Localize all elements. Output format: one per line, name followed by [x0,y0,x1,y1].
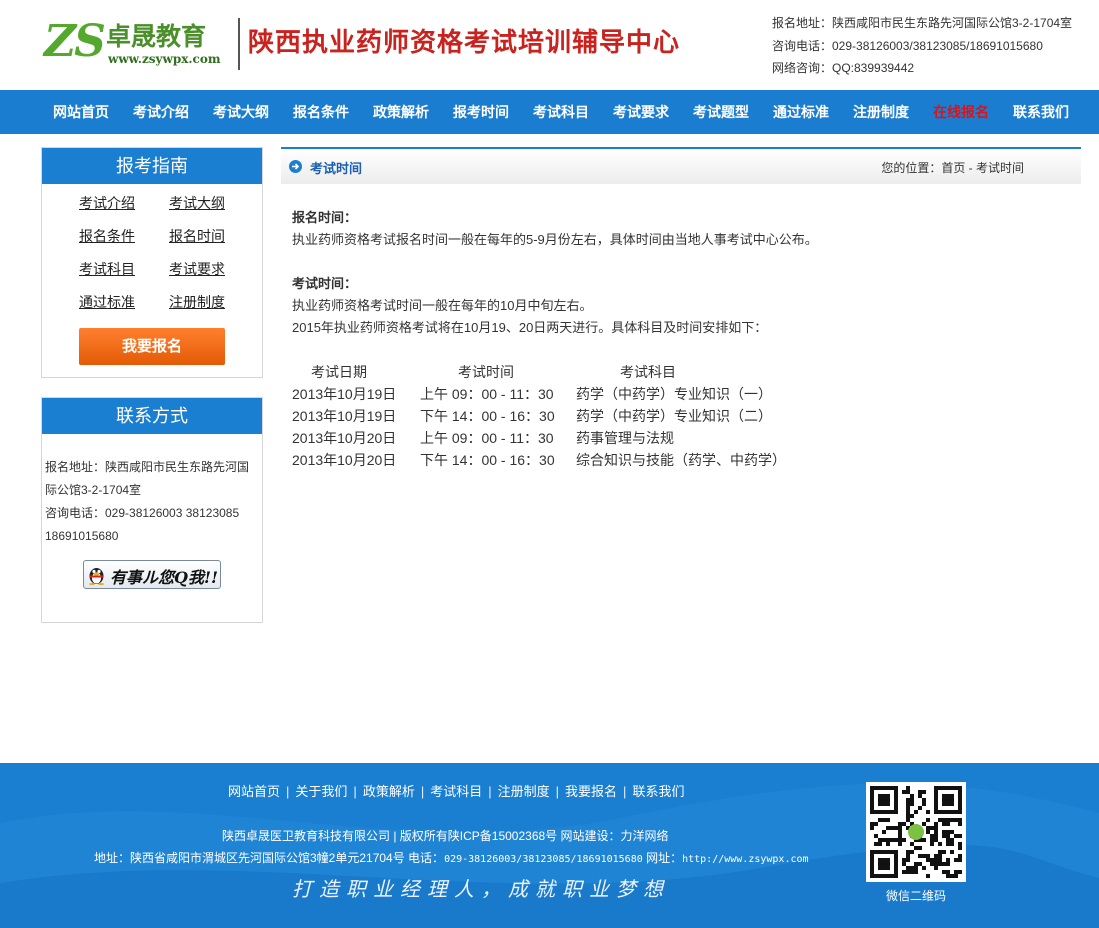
footer-address-text: 地址：陕西省咸阳市渭城区先河国际公馆3幢2单元21704号 电话： [94,851,445,865]
schedule-time: 下午 14：00 - 16：30 [420,408,555,424]
logo-url: www.zsywpx.com [108,52,221,66]
exam-time-text-1: 执业药师资格考试时间一般在每年的10月中旬左右。 [292,298,593,313]
contact-phone: 咨询电话：029-38126003 38123085 18691015680 [45,506,240,543]
schedule-header-date: 考试日期 [311,364,367,380]
schedule-date: 2013年10月20日 [292,452,397,468]
nav-item[interactable]: 在线报名 [921,90,1001,134]
guide-link-subjects[interactable]: 考试科目 [79,259,135,279]
nav-item[interactable]: 联系我们 [1001,90,1081,134]
section-header: 考试时间 您的位置：首页 - 考试时间 [281,147,1081,184]
footer-link[interactable]: 考试科目 [430,784,482,799]
exam-time-label: 考试时间： [292,276,358,291]
nav-item[interactable]: 政策解析 [361,90,441,134]
nav-item[interactable]: 通过标准 [761,90,841,134]
footer-link[interactable]: 网站首页 [228,784,280,799]
contact-address: 报名地址：陕西咸阳市民生东路先河国际公馆3-2-1704室 [45,460,250,497]
contact-panel: 联系方式 报名地址：陕西咸阳市民生东路先河国际公馆3-2-1704室 咨询电话：… [41,397,263,623]
nav-item[interactable]: 网站首页 [41,90,121,134]
schedule-subject: 药事管理与法规 [576,430,674,446]
guide-link-signup-time[interactable]: 报名时间 [169,226,225,246]
article-content: 报名时间： 执业药师资格考试报名时间一般在每年的5-9月份左右，具体时间由当地人… [292,207,1072,339]
logo-divider [238,18,240,70]
header-contact-info: 报名地址：陕西咸阳市民生东路先河国际公馆3-2-1704室 咨询电话：029-3… [772,12,1072,80]
schedule-time: 上午 09：00 - 11：30 [420,430,554,446]
qq-chat-button[interactable]: 有事ル您Q我!! [83,560,221,589]
header-qq: 网络咨询：QQ:839939442 [772,61,915,75]
qr-caption: 微信二维码 [886,889,947,903]
guide-link-conditions[interactable]: 报名条件 [79,226,135,246]
section-title: 考试时间 [310,161,363,176]
guide-link-pass-standard[interactable]: 通过标准 [79,292,135,312]
signup-time-label: 报名时间： [292,210,358,225]
header-phone: 咨询电话：029-38126003/38123085/18691015680 [772,38,1043,53]
schedule-time: 上午 09：00 - 11：30 [420,386,554,402]
site-title: 陕西执业药师资格考试培训辅导中心 [248,28,681,58]
guide-link-requirements[interactable]: 考试要求 [169,259,225,279]
page: ZS 卓晟教育 www.zsywpx.com 陕西执业药师资格考试培训辅导中心 … [0,0,1099,928]
footer-links: 网站首页 | 关于我们 | 政策解析 | 考试科目 | 注册制度 | 我要报名 | 联系我们 [228,781,684,800]
schedule-subject: 药学（中药学）专业知识（一） [576,386,772,402]
guide-link-intro[interactable]: 考试介绍 [79,193,135,213]
schedule-date: 2013年10月19日 [292,386,397,402]
schedule-header-time: 考试时间 [458,364,514,380]
guide-title: 报考指南 [42,148,262,184]
nav-item[interactable]: 考试要求 [601,90,681,134]
contact-text: 报名地址：陕西咸阳市民生东路先河国际公馆3-2-1704室 咨询电话：029-3… [45,456,257,548]
footer-link-separator: | [555,784,560,799]
exam-time-text-2: 2015年执业药师资格考试将在10月19、20日两天进行。具体科目及时间安排如下… [292,320,768,335]
footer-link[interactable]: 注册制度 [498,784,550,799]
arrow-right-icon [289,160,302,173]
footer-link[interactable]: 我要报名 [565,784,617,799]
logo-mark: ZS [44,16,106,67]
schedule-subject: 综合知识与技能（药学、中药学） [576,452,786,468]
qq-button-label: 有事ル您Q我!! [110,568,218,587]
schedule-date: 2013年10月20日 [292,430,397,446]
nav-item[interactable]: 考试题型 [681,90,761,134]
footer-link-separator: | [286,784,290,799]
footer-slogan: 打造职业经理人，成就职业梦想 [292,877,670,901]
footer-link-separator: | [353,784,357,799]
footer-link-separator: | [488,784,492,799]
nav-item[interactable]: 考试科目 [521,90,601,134]
footer-company: 陕西卓晟医卫教育科技有限公司 | 版权所有陕ICP备15002368号 网站建设… [222,829,669,843]
schedule-subject: 药学（中药学）专业知识（二） [576,408,772,424]
footer-link[interactable]: 联系我们 [632,784,684,799]
contact-title: 联系方式 [42,398,262,434]
guide-link-registration[interactable]: 注册制度 [169,292,225,312]
guide-panel: 报考指南 考试介绍 考试大纲 报名条件 报名时间 考试科目 考试要求 通过标准 … [41,147,263,378]
schedule-header-subject: 考试科目 [620,364,676,380]
site-header: ZS 卓晟教育 www.zsywpx.com 陕西执业药师资格考试培训辅导中心 … [0,0,1099,90]
qr-code-icon [870,786,962,878]
nav-item[interactable]: 报考时间 [441,90,521,134]
footer-phones: 029-38126003/38123085/18691015680 [444,854,643,865]
signup-time-text: 执业药师资格考试报名时间一般在每年的5-9月份左右，具体时间由当地人事考试中心公… [292,232,818,247]
wechat-qr-code [866,782,966,882]
schedule-date: 2013年10月19日 [292,408,397,424]
schedule-time: 下午 14：00 - 16：30 [420,452,555,468]
nav-list: 网站首页 考试介绍 考试大纲 报名条件 政策解析 报考时间 考试科目 考试要求 考试题型 通过标准… [41,90,1081,134]
footer-link[interactable]: 政策解析 [363,784,415,799]
logo-name: 卓晟教育 [106,22,207,51]
footer-site-label: 网址： [642,851,683,865]
main-nav: 网站首页 考试介绍 考试大纲 报名条件 政策解析 报考时间 考试科目 考试要求 考试题型 通过标准… [0,90,1099,134]
signup-button[interactable]: 我要报名 [79,328,225,365]
header-address: 报名地址：陕西咸阳市民生东路先河国际公馆3-2-1704室 [772,16,1073,30]
footer-link-separator: | [623,784,627,799]
footer-link[interactable]: 关于我们 [295,784,347,799]
footer-url[interactable]: http://www.zsywpx.com [682,854,808,865]
footer-address: 地址：陕西省咸阳市渭城区先河国际公馆3幢2单元21704号 电话：029-381… [94,849,809,866]
breadcrumb: 您的位置：首页 - 考试时间 [881,161,1024,175]
footer-link-separator: | [420,784,425,799]
guide-link-syllabus[interactable]: 考试大纲 [169,193,225,213]
nav-item[interactable]: 考试大纲 [201,90,281,134]
nav-item[interactable]: 注册制度 [841,90,921,134]
logo[interactable]: ZS 卓晟教育 www.zsywpx.com [44,18,234,70]
nav-item[interactable]: 考试介绍 [121,90,201,134]
nav-item[interactable]: 报名条件 [281,90,361,134]
qq-penguin-icon [89,568,104,585]
site-footer: 网站首页 | 关于我们 | 政策解析 | 考试科目 | 注册制度 | 我要报名 | 联系我们 陕西卓晟医… [0,763,1099,928]
